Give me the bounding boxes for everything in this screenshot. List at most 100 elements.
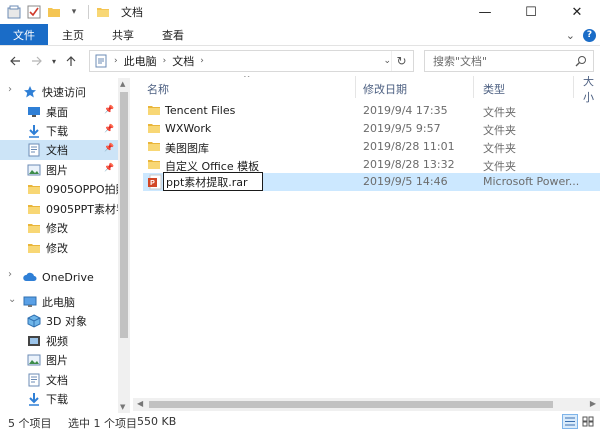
nav-item-label: 桌面 bbox=[46, 106, 68, 119]
selection-size: 550 KB bbox=[137, 415, 177, 428]
pin-icon[interactable]: 📌 bbox=[104, 163, 114, 172]
nav-item[interactable]: 快速访问 bbox=[0, 82, 118, 102]
explorer-icon[interactable] bbox=[6, 4, 22, 20]
nav-item-label: 修改 bbox=[46, 242, 68, 255]
minimize-button[interactable]: — bbox=[462, 0, 508, 24]
tab-share[interactable]: 共享 bbox=[98, 24, 148, 45]
file-row[interactable]: Tencent Files 2019/9/4 17:35 文件夹 bbox=[143, 102, 600, 120]
nav-item[interactable]: 0905OPPO拍照 bbox=[0, 179, 118, 199]
column-size[interactable]: 大小 bbox=[583, 76, 600, 104]
nav-item[interactable]: 3D 对象 bbox=[0, 311, 118, 331]
nav-item[interactable]: 文档 📌 bbox=[0, 140, 118, 160]
title-separator bbox=[88, 5, 89, 19]
maximize-button[interactable]: ☐ bbox=[508, 0, 554, 24]
expand-chevron-icon[interactable]: ⌄ bbox=[8, 294, 16, 305]
folder-icon bbox=[26, 201, 42, 217]
tab-home[interactable]: 主页 bbox=[48, 24, 98, 45]
address-bar[interactable]: › 此电脑 › 文档 › ⌄ ↻ bbox=[89, 50, 414, 72]
recent-locations-icon[interactable]: ▾ bbox=[48, 50, 60, 72]
breadcrumb-documents[interactable]: 文档 bbox=[172, 53, 194, 69]
breadcrumb-this-pc[interactable]: 此电脑 bbox=[124, 53, 157, 69]
nav-item[interactable]: OneDrive bbox=[0, 267, 118, 287]
address-chevron-icon[interactable]: › bbox=[114, 56, 118, 66]
search-icon[interactable] bbox=[575, 55, 587, 70]
back-button[interactable] bbox=[4, 50, 26, 72]
title-bar: ▾ 文档 — ☐ ✕ bbox=[0, 0, 600, 24]
nav-item[interactable]: 修改 bbox=[0, 238, 118, 258]
document-folder-icon bbox=[26, 142, 42, 158]
nav-item-label: 图片 bbox=[46, 354, 68, 367]
nav-item-label: 文档 bbox=[46, 374, 68, 387]
close-button[interactable]: ✕ bbox=[554, 0, 600, 24]
nav-item[interactable]: 桌面 📌 bbox=[0, 102, 118, 122]
document-folder-icon bbox=[26, 372, 42, 388]
desktop-folder-icon bbox=[26, 104, 42, 120]
column-name[interactable]: 名称 bbox=[147, 80, 169, 98]
nav-item[interactable]: 0905PPT素材导 bbox=[0, 199, 118, 219]
scroll-thumb[interactable] bbox=[120, 92, 128, 338]
file-row[interactable]: Pppt素材提取.rar 2019/9/5 14:46 Microsoft Powe… bbox=[143, 172, 600, 191]
pin-icon[interactable]: 📌 bbox=[104, 143, 114, 152]
file-row[interactable]: 美图图库 2019/8/28 11:01 文件夹 bbox=[143, 138, 600, 156]
nav-item-label: 快速访问 bbox=[42, 86, 86, 99]
nav-item-label: OneDrive bbox=[42, 270, 94, 284]
folder-icon bbox=[147, 121, 163, 137]
nav-item[interactable]: 修改 bbox=[0, 218, 118, 238]
rename-input[interactable]: ppt素材提取.rar bbox=[163, 172, 263, 191]
tab-view[interactable]: 查看 bbox=[148, 24, 198, 45]
scroll-up-icon[interactable]: ▲ bbox=[120, 80, 125, 88]
nav-item-label: 修改 bbox=[46, 222, 68, 235]
file-list: ^ 名称 修改日期 类型 大小 Tencent Files 2019/9/4 17… bbox=[133, 76, 600, 398]
pictures-folder-icon bbox=[26, 162, 42, 178]
folder-icon bbox=[147, 103, 163, 119]
expand-chevron-icon[interactable]: › bbox=[8, 269, 12, 280]
help-icon[interactable]: ? bbox=[583, 28, 596, 42]
file-name: ppt素材提取.rar bbox=[166, 175, 248, 189]
refresh-icon[interactable]: ↻ bbox=[391, 51, 411, 71]
horizontal-scroll-thumb[interactable] bbox=[149, 401, 553, 408]
new-folder-icon[interactable] bbox=[46, 4, 62, 20]
column-divider[interactable] bbox=[473, 76, 474, 98]
video-icon bbox=[26, 333, 42, 349]
column-date[interactable]: 修改日期 bbox=[363, 80, 407, 98]
horizontal-scrollbar[interactable]: ◀ ▶ bbox=[133, 398, 600, 411]
large-icons-view-icon[interactable] bbox=[580, 414, 596, 429]
forward-button[interactable] bbox=[26, 50, 48, 72]
nav-item[interactable]: 下载 bbox=[0, 389, 118, 409]
nav-item[interactable]: 图片 bbox=[0, 350, 118, 370]
nav-item[interactable]: 下载 📌 bbox=[0, 121, 118, 141]
address-chevron-icon[interactable]: › bbox=[163, 56, 167, 66]
ribbon-expand-icon[interactable]: ⌄ bbox=[566, 29, 575, 42]
folder-icon bbox=[26, 240, 42, 256]
address-dropdown-icon[interactable]: ⌄ bbox=[383, 51, 391, 71]
column-divider[interactable] bbox=[355, 76, 356, 98]
sort-ascending-icon: ^ bbox=[243, 76, 251, 84]
nav-item-label: 文档 bbox=[46, 144, 68, 157]
tab-file[interactable]: 文件 bbox=[0, 24, 48, 45]
nav-item[interactable]: 文档 bbox=[0, 370, 118, 390]
nav-item[interactable]: 此电脑 bbox=[0, 292, 118, 312]
properties-icon[interactable] bbox=[26, 4, 42, 20]
pin-icon[interactable]: 📌 bbox=[104, 124, 114, 133]
address-chevron-icon[interactable]: › bbox=[200, 56, 204, 66]
details-view-icon[interactable] bbox=[562, 414, 578, 429]
nav-item-label: 下载 bbox=[46, 125, 68, 138]
search-placeholder: 搜索"文档" bbox=[433, 55, 488, 68]
pin-icon[interactable]: 📌 bbox=[104, 105, 114, 114]
column-type[interactable]: 类型 bbox=[483, 80, 505, 98]
file-row[interactable]: WXWork 2019/9/5 9:57 文件夹 bbox=[143, 120, 600, 138]
quick-access-dropdown-icon[interactable]: ▾ bbox=[66, 4, 82, 20]
nav-item[interactable]: 视频 bbox=[0, 331, 118, 351]
download-icon bbox=[26, 123, 42, 139]
navigation-scrollbar[interactable]: ▲ ▼ bbox=[118, 78, 130, 413]
cloud-icon bbox=[22, 269, 38, 285]
scroll-left-icon[interactable]: ◀ bbox=[137, 399, 143, 408]
column-divider[interactable] bbox=[573, 76, 574, 98]
up-button[interactable] bbox=[60, 50, 82, 72]
nav-item[interactable]: 图片 📌 bbox=[0, 160, 118, 180]
scroll-right-icon[interactable]: ▶ bbox=[590, 399, 596, 408]
pictures-folder-icon bbox=[26, 352, 42, 368]
expand-chevron-icon[interactable]: › bbox=[8, 84, 12, 95]
scroll-down-icon[interactable]: ▼ bbox=[120, 403, 125, 411]
search-input[interactable]: 搜索"文档" bbox=[424, 50, 594, 72]
